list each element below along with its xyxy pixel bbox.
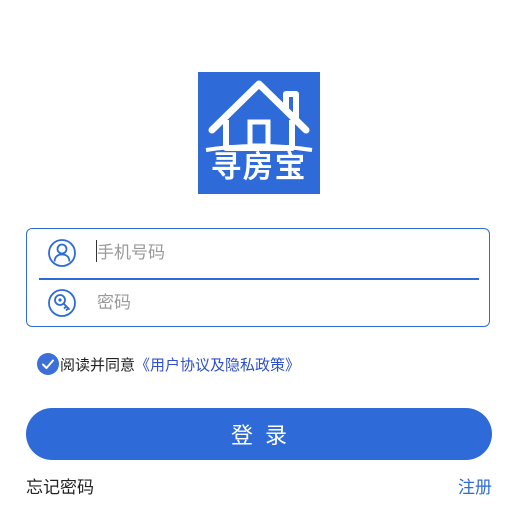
app-logo: 寻房宝 bbox=[198, 72, 320, 194]
password-input[interactable] bbox=[97, 289, 467, 317]
agreement-link[interactable]: 《用户协议及隐私政策》 bbox=[135, 354, 300, 375]
password-field-row bbox=[27, 279, 489, 327]
key-icon bbox=[48, 289, 76, 317]
agreement-text: 阅读并同意 bbox=[60, 355, 136, 374]
text-cursor bbox=[96, 240, 97, 262]
user-icon bbox=[48, 239, 76, 267]
register-link[interactable]: 注册 bbox=[458, 473, 492, 498]
logo-text: 寻房宝 bbox=[211, 150, 307, 185]
forgot-password-link[interactable]: 忘记密码 bbox=[26, 473, 94, 498]
agreement-row: 阅读并同意 《用户协议及隐私政策》 bbox=[37, 352, 300, 376]
phone-input[interactable] bbox=[97, 239, 467, 267]
login-button[interactable]: 登录 bbox=[26, 408, 492, 460]
checkmark-icon[interactable] bbox=[37, 353, 59, 375]
